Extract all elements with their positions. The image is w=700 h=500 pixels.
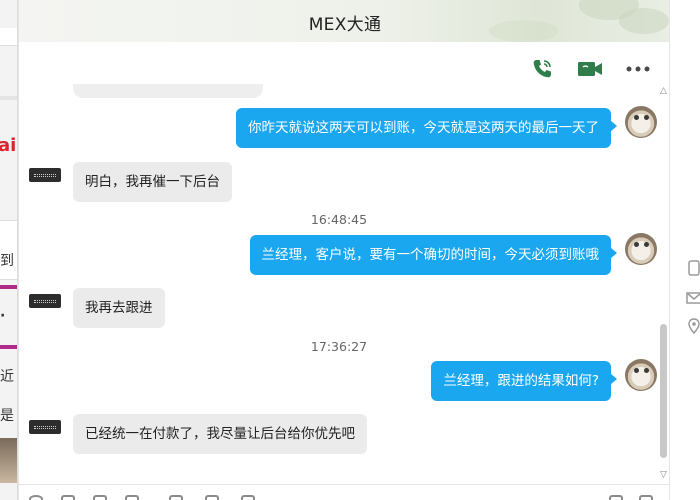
message-row-incoming: 我再去跟进 [19,288,659,330]
settings-icon[interactable] [609,495,623,500]
mic-icon[interactable] [241,495,255,500]
background-divider [0,96,17,100]
background-image [0,438,17,483]
background-logo: ai [0,135,17,156]
message-bubble-incoming[interactable]: 明白，我再催一下后台 [73,162,232,202]
contact-avatar[interactable] [29,294,61,308]
background-text-2: · [0,308,6,324]
message-list[interactable]: 你昨天就说这两天可以到账，今天就是这两天的最后一天了 明白，我再催一下后台 16… [19,82,659,480]
message-row-incoming: 明白，我再催一下后台 [19,162,659,204]
scroll-down-arrow-icon[interactable]: ▽ [660,470,667,480]
my-avatar[interactable] [625,106,657,138]
background-text-3: 近 [0,369,14,385]
image-icon[interactable] [125,495,139,500]
background-tab [0,28,17,46]
message-bubble-incoming[interactable]: 我再去跟进 [73,288,165,328]
message-timestamp: 16:48:45 [310,212,368,227]
chat-title: MEX大通 [308,15,382,35]
mobile-icon [688,260,700,276]
mail-icon [686,292,700,304]
message-timestamp: 17:36:27 [310,339,368,354]
message-row-outgoing: 你昨天就说这两天可以到账，今天就是这两天的最后一天了 [19,106,659,150]
screen: ai 到 · 近 是 MEX大通 [0,0,700,500]
screenshot-icon[interactable] [205,495,219,500]
previous-message-bubble [73,84,263,98]
message-scrollbar[interactable]: △ ▽ [659,86,669,482]
background-page-left: ai 到 · 近 是 [0,0,18,500]
title-bar[interactable]: MEX大通 [19,0,669,42]
emoji-icon[interactable] [29,495,43,500]
more-icon [626,66,650,72]
message-bubble-outgoing[interactable]: 兰经理，跟进的结果如何? [431,361,617,401]
scroll-up-arrow-icon[interactable]: △ [660,86,667,96]
chat-history-icon[interactable] [169,495,183,500]
contact-avatar[interactable] [29,420,61,434]
video-call-icon [578,62,602,76]
input-toolbar [19,484,669,500]
contact-avatar[interactable] [29,168,61,182]
scroll-thumb[interactable] [660,324,667,458]
background-text-4: 是 [0,408,14,424]
background-page-right [668,40,700,500]
background-accent-bar-2 [0,345,17,349]
message-bubble-outgoing[interactable]: 你昨天就说这两天可以到账，今天就是这两天的最后一天了 [236,108,617,148]
my-avatar[interactable] [625,359,657,391]
chat-window: MEX大通 你昨天就说这两天可以到账，今天就是这两天的最后一天了 明白，我再催一… [18,0,670,500]
folder-icon[interactable] [61,495,75,500]
my-avatar[interactable] [625,233,657,265]
background-accent-bar [0,285,17,289]
message-row-outgoing: 兰经理，跟进的结果如何? [19,359,659,403]
more-options-button[interactable] [625,56,651,82]
scissors-icon[interactable] [93,495,107,500]
phone-icon [533,60,551,78]
video-call-button[interactable] [577,56,603,82]
message-row-incoming: 已经统一在付款了，我尽量让后台给你优先吧 [19,414,659,456]
voice-call-button[interactable] [529,56,555,82]
message-bubble-outgoing[interactable]: 兰经理，客户说，要有一个确切的时间，今天必须到账哦 [249,235,617,275]
message-row-outgoing: 兰经理，客户说，要有一个确切的时间，今天必须到账哦 [19,233,659,277]
background-text-1: 到 [0,253,14,269]
chat-toolbar [529,56,651,82]
location-icon [688,318,700,334]
message-bubble-incoming[interactable]: 已经统一在付款了，我尽量让后台给你优先吧 [73,414,367,454]
expand-icon[interactable] [639,495,653,500]
